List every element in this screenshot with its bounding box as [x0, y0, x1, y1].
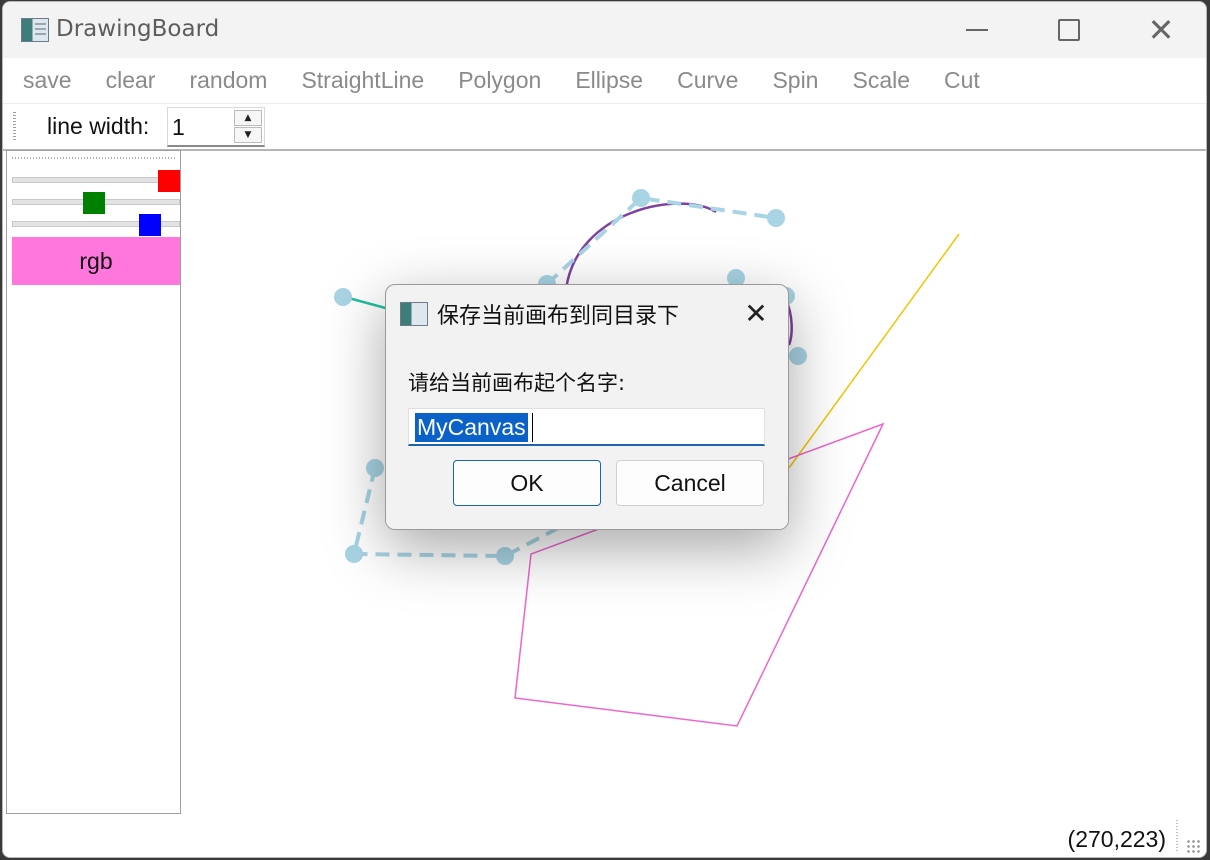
menu-item-curve[interactable]: Curve: [660, 67, 755, 94]
canvas-name-value: MyCanvas: [415, 413, 528, 442]
save-dialog: 保存当前画布到同目录下 ✕ 请给当前画布起个名字: MyCanvas OK Ca…: [385, 284, 789, 530]
line-width-label: line width:: [47, 113, 150, 139]
control-point: [345, 545, 363, 563]
red-slider[interactable]: [12, 177, 180, 183]
control-point: [334, 288, 352, 306]
app-icon: [21, 18, 49, 42]
menu-bar: save clear random StraightLine Polygon E…: [3, 58, 1206, 104]
menu-item-clear[interactable]: clear: [89, 67, 173, 94]
arrow-down-icon: ▼: [244, 130, 252, 140]
dialog-app-icon: [400, 302, 428, 326]
title-bar: DrawingBoard ✕: [3, 2, 1206, 58]
red-slider-handle[interactable]: [158, 170, 180, 192]
close-button[interactable]: ✕: [1115, 2, 1206, 58]
green-slider-handle[interactable]: [83, 192, 105, 214]
rgb-button[interactable]: rgb: [12, 237, 180, 285]
menu-item-scale[interactable]: Scale: [835, 67, 927, 94]
resize-grip-icon[interactable]: [1186, 839, 1202, 855]
toolbar-grip[interactable]: [13, 112, 16, 142]
close-icon: ✕: [1147, 11, 1175, 49]
dialog-body: 请给当前画布起个名字: MyCanvas OK Cancel: [386, 341, 788, 529]
yellow-line: [788, 233, 960, 469]
status-bar: (270,223): [3, 814, 1206, 857]
status-separator: [1176, 820, 1178, 852]
dialog-close-button[interactable]: ✕: [736, 293, 776, 333]
dialog-title: 保存当前画布到同目录下: [437, 304, 680, 329]
maximize-icon: [1058, 19, 1080, 41]
control-point: [789, 347, 807, 365]
ok-button[interactable]: OK: [453, 460, 601, 506]
control-point: [366, 459, 384, 477]
spin-down-button[interactable]: ▼: [234, 127, 262, 143]
control-point: [496, 547, 514, 565]
dialog-prompt: 请给当前画布起个名字:: [408, 371, 626, 395]
maximize-button[interactable]: [1023, 2, 1115, 58]
minimize-button[interactable]: [931, 2, 1023, 58]
minimize-icon: [966, 29, 988, 31]
panel-grip[interactable]: [12, 157, 177, 159]
menu-item-save[interactable]: save: [3, 67, 89, 94]
cancel-button[interactable]: Cancel: [616, 460, 764, 506]
line-width-spinbox[interactable]: ▲ ▼: [167, 107, 265, 147]
close-icon: ✕: [744, 296, 768, 330]
control-point: [632, 189, 650, 207]
color-panel: rgb: [6, 150, 181, 814]
menu-item-polygon[interactable]: Polygon: [441, 67, 558, 94]
menu-item-spin[interactable]: Spin: [755, 67, 835, 94]
menu-item-ellipse[interactable]: Ellipse: [558, 67, 660, 94]
canvas-name-input[interactable]: MyCanvas: [408, 408, 765, 446]
control-point: [767, 209, 785, 227]
blue-slider-handle[interactable]: [139, 214, 161, 236]
toolbar: line width: ▲ ▼: [3, 104, 1206, 151]
menu-item-cut[interactable]: Cut: [927, 67, 997, 94]
text-caret: [532, 413, 533, 442]
line-width-input[interactable]: [172, 111, 232, 143]
spin-up-button[interactable]: ▲: [234, 110, 262, 126]
arrow-up-icon: ▲: [244, 113, 252, 123]
menu-item-straightline[interactable]: StraightLine: [284, 67, 441, 94]
window-title: DrawingBoard: [56, 16, 220, 42]
cursor-coords: (270,223): [1067, 826, 1166, 852]
menu-item-random[interactable]: random: [172, 67, 284, 94]
